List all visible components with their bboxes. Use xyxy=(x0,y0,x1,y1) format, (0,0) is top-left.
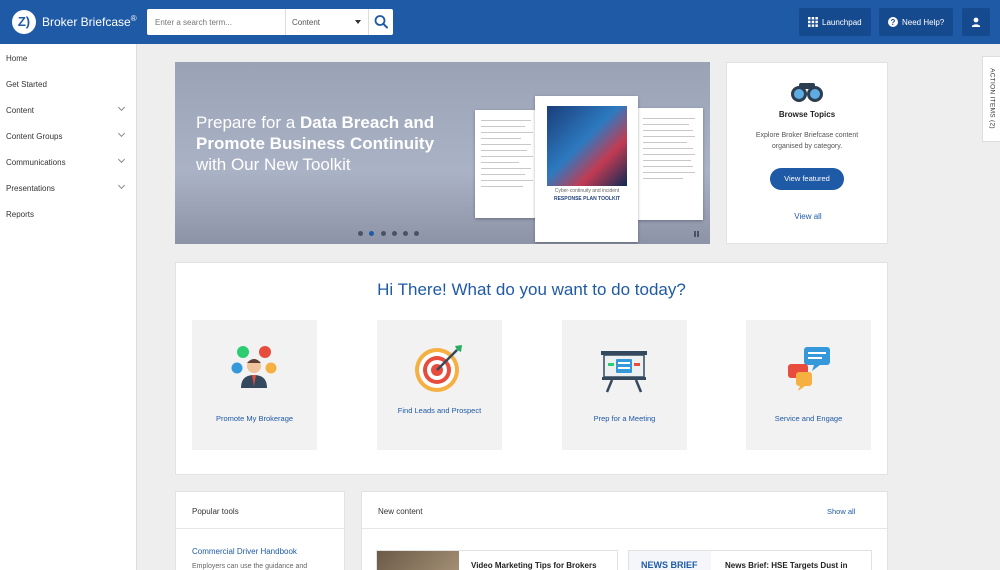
carousel-dot[interactable] xyxy=(403,231,408,236)
chevron-down-icon xyxy=(117,155,126,164)
popular-tools-card xyxy=(175,491,345,570)
presentation-board-icon xyxy=(601,351,647,393)
show-all-link[interactable]: Show all xyxy=(827,507,855,516)
brand-name[interactable]: Broker Briefcase® xyxy=(42,14,137,29)
sidebar-item-get-started[interactable]: Get Started xyxy=(0,71,137,97)
sidebar-item-communications[interactable]: Communications xyxy=(0,149,137,175)
sidebar-item-label: Get Started xyxy=(6,80,47,89)
carousel-dot-active[interactable] xyxy=(369,231,374,236)
brand-logo[interactable]: Z) xyxy=(12,10,36,34)
action-items-tab[interactable]: ACTION ITEMS (2) xyxy=(982,56,1000,142)
sidebar-item-home[interactable]: Home xyxy=(0,45,137,71)
search-scope-select[interactable]: Content xyxy=(285,9,368,35)
action-label: Find Leads and Prospect xyxy=(397,406,482,415)
svg-text:?: ? xyxy=(891,18,896,27)
browse-topics-description: Explore Broker Briefcase content organis… xyxy=(755,132,859,150)
brand-name-text: Broker Briefcase xyxy=(42,15,131,29)
action-find-leads[interactable]: Find Leads and Prospect xyxy=(377,320,502,450)
divider xyxy=(176,528,344,529)
doc-page-right xyxy=(637,108,703,220)
sidebar-nav: Home Get Started Content Content Groups … xyxy=(0,44,137,570)
binoculars-icon xyxy=(791,83,823,102)
popular-tool-link[interactable]: Commercial Driver Handbook xyxy=(192,547,297,556)
doc-page-left xyxy=(475,110,541,218)
sidebar-item-label: Presentations xyxy=(6,184,55,193)
chat-bubbles-icon xyxy=(788,347,830,391)
search-scope-value: Content xyxy=(292,18,321,27)
grid-icon xyxy=(808,17,818,27)
greeting-heading: Hi There! What do you want to do today? xyxy=(377,280,686,299)
action-label: Promote My Brokerage xyxy=(215,414,294,423)
hero-line1-plain: Prepare for a xyxy=(196,113,300,132)
chevron-down-icon xyxy=(117,103,126,112)
toolkit-title: RESPONSE PLAN TOOLKIT xyxy=(553,196,621,202)
chevron-down-icon xyxy=(117,129,126,138)
toolkit-subtitle: Cyber-continuity and incident xyxy=(554,188,620,194)
sidebar-item-label: Communications xyxy=(6,158,66,167)
content-item-title: Video Marketing Tips for Brokers xyxy=(471,561,597,570)
sidebar-item-label: Content Groups xyxy=(6,132,63,141)
top-header: Z) Broker Briefcase® Content Launchpad ?… xyxy=(0,0,1000,44)
action-promote-brokerage[interactable]: Promote My Brokerage xyxy=(192,320,317,450)
search-icon xyxy=(374,15,388,29)
search-bar: Content xyxy=(147,9,393,35)
launchpad-button[interactable]: Launchpad xyxy=(799,8,871,36)
view-all-link[interactable]: View all xyxy=(727,212,889,221)
content-item[interactable]: Video Marketing Tips for Brokers xyxy=(376,550,618,570)
hero-headline: Prepare for a Data Breach and Promote Bu… xyxy=(196,112,476,175)
popular-tool-description: Employers can use the guidance and xyxy=(192,563,308,570)
divider xyxy=(362,528,887,529)
hero-carousel[interactable]: Prepare for a Data Breach and Promote Bu… xyxy=(175,62,710,244)
hero-line3-plain: with Our New Toolkit xyxy=(196,155,351,174)
target-icon xyxy=(415,345,462,392)
chevron-down-icon xyxy=(117,181,126,190)
user-menu-button[interactable] xyxy=(962,8,990,36)
search-input[interactable] xyxy=(147,9,285,35)
content-item[interactable]: NEWS BRIEF News Brief: HSE Targets Dust … xyxy=(628,550,872,570)
sidebar-item-label: Reports xyxy=(6,210,35,219)
sidebar-item-label: Content xyxy=(6,106,35,115)
sidebar-item-reports[interactable]: Reports xyxy=(0,201,137,227)
hero-line2-bold: Promote Business Continuity xyxy=(196,134,435,153)
need-help-button[interactable]: ? Need Help? xyxy=(879,8,953,36)
toolkit-cover-image xyxy=(547,106,627,186)
hero-line1-bold: Data Breach and xyxy=(299,113,435,132)
action-label: Prep for a Meeting xyxy=(593,414,656,423)
brand-registered-mark: ® xyxy=(130,14,137,23)
browse-topics-title: Browse Topics xyxy=(778,110,836,119)
new-content-title: New content xyxy=(378,507,423,516)
popular-tools-title: Popular tools xyxy=(192,507,239,516)
need-help-label: Need Help? xyxy=(902,18,945,27)
sidebar-item-content-groups[interactable]: Content Groups xyxy=(0,123,137,149)
sidebar-item-presentations[interactable]: Presentations xyxy=(0,175,137,201)
news-brief-badge: NEWS BRIEF xyxy=(641,560,698,570)
caret-down-icon xyxy=(355,20,361,24)
carousel-dot[interactable] xyxy=(381,231,386,236)
toolkit-cover: Cyber-continuity and incident RESPONSE P… xyxy=(535,96,638,242)
content-item-title: News Brief: HSE Targets Dust in xyxy=(725,561,848,570)
pause-icon[interactable] xyxy=(694,231,699,237)
carousel-dot[interactable] xyxy=(392,231,397,236)
launchpad-label: Launchpad xyxy=(822,18,862,27)
action-prep-meeting[interactable]: Prep for a Meeting xyxy=(562,320,687,450)
action-label: Service and Engage xyxy=(774,414,843,423)
carousel-dot[interactable] xyxy=(358,231,363,236)
search-button[interactable] xyxy=(368,9,393,35)
action-service-engage[interactable]: Service and Engage xyxy=(746,320,871,450)
sidebar-item-label: Home xyxy=(6,54,28,63)
sidebar-item-content[interactable]: Content xyxy=(0,97,137,123)
help-icon: ? xyxy=(888,17,898,27)
view-featured-button[interactable]: View featured xyxy=(770,168,844,190)
user-icon xyxy=(971,17,981,27)
people-network-icon xyxy=(231,346,277,388)
action-items-label: ACTION ITEMS (2) xyxy=(988,68,996,129)
carousel-dot[interactable] xyxy=(414,231,419,236)
content-thumbnail xyxy=(377,551,459,570)
